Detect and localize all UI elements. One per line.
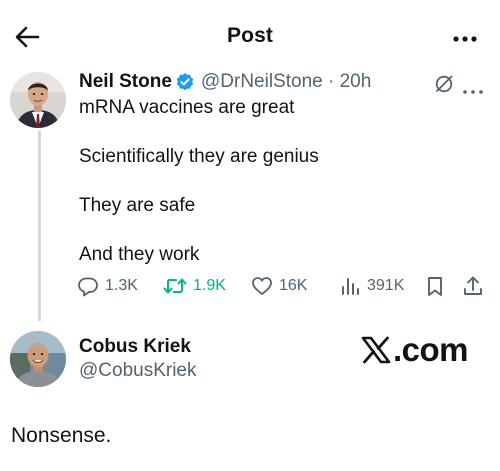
reply-count: 1.3K bbox=[105, 277, 138, 294]
tweet-text-line: Scientifically they are genius bbox=[79, 146, 319, 167]
view-count: 391K bbox=[367, 277, 405, 294]
tweet-text-line: And they work bbox=[79, 244, 200, 265]
reply-icon bbox=[78, 277, 98, 297]
repost-icon bbox=[163, 278, 187, 294]
thread-connector-line bbox=[38, 131, 41, 321]
watermark-text: .com bbox=[393, 331, 469, 368]
author-name[interactable]: Neil Stone bbox=[79, 71, 172, 93]
reply-text: Nonsense. bbox=[11, 424, 112, 447]
bookmark-icon bbox=[428, 277, 442, 296]
repost-count: 1.9K bbox=[193, 277, 226, 294]
reply-button[interactable]: 1.3K bbox=[77, 275, 138, 297]
like-button[interactable]: 16K bbox=[251, 275, 307, 297]
x-logo-icon bbox=[361, 336, 391, 364]
x-com-watermark: .com bbox=[361, 331, 469, 369]
repost-button[interactable]: 1.9K bbox=[163, 275, 226, 297]
more-horizontal-icon bbox=[463, 90, 483, 94]
grok-icon[interactable] bbox=[434, 74, 454, 94]
reply-author-handle[interactable]: @CobusKriek bbox=[79, 360, 197, 382]
author-handle-time[interactable]: @DrNeilStone · 20h bbox=[201, 71, 371, 93]
tweet-text-line: mRNA vaccines are great bbox=[79, 97, 295, 118]
avatar-neil-stone[interactable] bbox=[10, 72, 66, 128]
page-title: Post bbox=[227, 24, 273, 47]
share-button[interactable] bbox=[461, 274, 485, 303]
views-button[interactable]: 391K bbox=[339, 275, 404, 297]
verified-badge-icon bbox=[175, 72, 195, 92]
more-options-button[interactable] bbox=[452, 31, 478, 42]
tweet-more-button[interactable] bbox=[462, 82, 484, 94]
bookmark-button[interactable] bbox=[424, 275, 446, 302]
like-count: 16K bbox=[279, 277, 308, 294]
views-chart-icon bbox=[342, 278, 359, 295]
tweet-text-line: They are safe bbox=[79, 195, 196, 216]
share-icon bbox=[464, 276, 482, 295]
avatar-cobus-kriek[interactable] bbox=[10, 331, 66, 387]
more-horizontal-icon bbox=[453, 36, 477, 42]
top-bar: Post bbox=[0, 0, 500, 70]
reply-author-name[interactable]: Cobus Kriek bbox=[79, 336, 191, 358]
heart-icon bbox=[252, 277, 272, 295]
